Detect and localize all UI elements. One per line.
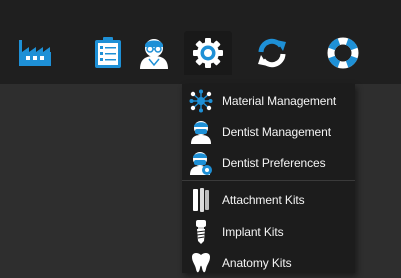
refresh-icon bbox=[258, 38, 286, 68]
toolbar-settings-button[interactable] bbox=[184, 31, 232, 75]
dentist-masked-icon bbox=[188, 119, 214, 145]
settings-dropdown-menu: Material Management Dentist Management D bbox=[182, 84, 355, 273]
toolbar-dentist-button[interactable] bbox=[130, 31, 178, 75]
menu-item-dentist-preferences[interactable]: Dentist Preferences bbox=[182, 147, 355, 178]
toolbar-orders-button[interactable] bbox=[84, 31, 132, 75]
menu-item-implant-kits[interactable]: Implant Kits bbox=[182, 216, 355, 247]
menu-item-anatomy-kits[interactable]: Anatomy Kits bbox=[182, 247, 355, 278]
menu-item-label: Anatomy Kits bbox=[222, 255, 292, 270]
menu-item-label: Dentist Management bbox=[222, 124, 331, 139]
menu-item-attachment-kits[interactable]: Attachment Kits bbox=[182, 184, 355, 215]
factory-icon bbox=[19, 40, 51, 66]
menu-item-label: Dentist Preferences bbox=[222, 155, 326, 170]
toolbar-refresh-button[interactable] bbox=[248, 31, 296, 75]
lifebuoy-icon bbox=[327, 37, 359, 69]
toolbar-help-button[interactable] bbox=[319, 31, 367, 75]
menu-item-label: Material Management bbox=[222, 93, 337, 108]
dentist-avatar-icon bbox=[140, 39, 168, 69]
menu-divider bbox=[182, 180, 355, 181]
tooth-icon bbox=[188, 250, 214, 276]
dentist-preferences-icon bbox=[188, 150, 214, 176]
gear-icon bbox=[193, 38, 223, 68]
clipboard-checklist-icon bbox=[95, 37, 121, 68]
menu-item-label: Implant Kits bbox=[222, 224, 284, 239]
menu-item-material-management[interactable]: Material Management bbox=[182, 85, 355, 116]
attachment-kit-icon bbox=[188, 187, 214, 213]
menu-item-label: Attachment Kits bbox=[222, 192, 305, 207]
molecule-icon bbox=[188, 88, 214, 114]
implant-icon bbox=[188, 219, 214, 245]
menu-item-dentist-management[interactable]: Dentist Management bbox=[182, 116, 355, 147]
toolbar-factory-button[interactable] bbox=[11, 31, 59, 75]
